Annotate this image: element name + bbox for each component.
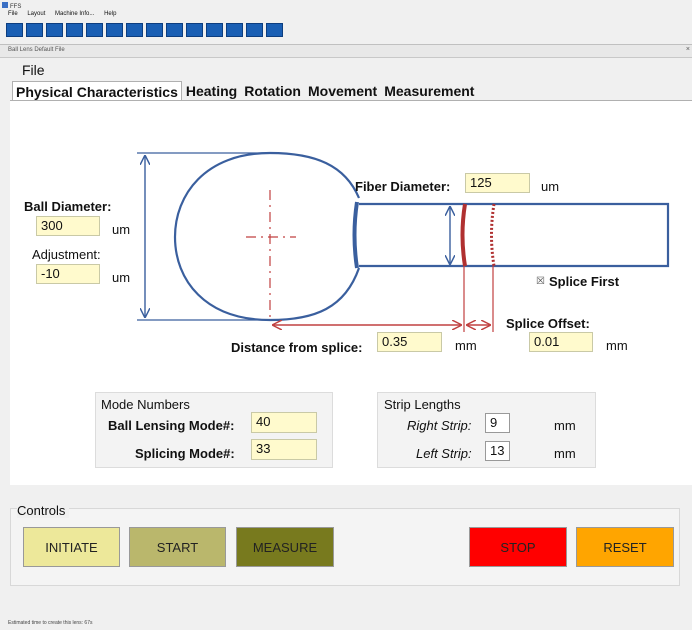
controls-title: Controls <box>17 503 70 518</box>
splicing-mode-label: Splicing Mode#: <box>135 446 235 461</box>
distance-label: Distance from splice: <box>231 340 363 355</box>
measure-button[interactable]: MEASURE <box>236 527 334 567</box>
fiber-diameter-input[interactable]: 125 <box>465 173 530 193</box>
splice-first-checkbox[interactable]: ☒ Splice First <box>536 274 619 289</box>
left-strip-unit: mm <box>554 446 576 461</box>
fiber-diameter-label: Fiber Diameter: <box>355 179 451 194</box>
splice-line <box>460 203 467 267</box>
splice-offset-line <box>490 203 496 267</box>
ball-outline <box>173 151 361 322</box>
adjustment-input[interactable]: -10 <box>36 264 100 284</box>
strip-lengths-title: Strip Lengths <box>384 397 461 412</box>
left-strip-input[interactable]: 13 <box>485 441 510 461</box>
splice-offset-unit: mm <box>606 338 628 353</box>
stop-button[interactable]: STOP <box>469 527 567 567</box>
fiber-diameter-unit: um <box>541 179 560 194</box>
ball-lensing-mode-input[interactable]: 40 <box>251 412 317 433</box>
start-button[interactable]: START <box>129 527 226 567</box>
reset-button[interactable]: RESET <box>576 527 674 567</box>
status-text: Estimated time to create this lens: 67s <box>8 620 93 626</box>
ball-diameter-input[interactable]: 300 <box>36 216 100 236</box>
fiber-outline <box>359 202 670 268</box>
adjustment-label: Adjustment: <box>32 247 101 262</box>
right-strip-label: Right Strip: <box>407 418 472 433</box>
distance-unit: mm <box>455 338 477 353</box>
splice-first-label: Splice First <box>548 274 620 289</box>
ball-lensing-mode-label: Ball Lensing Mode#: <box>108 418 235 433</box>
distance-input[interactable]: 0.35 <box>377 332 442 352</box>
initiate-button[interactable]: INITIATE <box>23 527 120 567</box>
splicing-mode-input[interactable]: 33 <box>251 439 317 460</box>
mode-numbers-title: Mode Numbers <box>101 397 190 412</box>
ball-diameter-unit: um <box>112 222 131 237</box>
adjustment-unit: um <box>112 270 131 285</box>
right-strip-input[interactable]: 9 <box>485 413 510 433</box>
splice-offset-input[interactable]: 0.01 <box>529 332 593 352</box>
right-strip-unit: mm <box>554 418 576 433</box>
checkbox-icon[interactable]: ☒ <box>536 276 545 287</box>
fiber-neck <box>352 201 359 269</box>
splice-offset-label: Splice Offset: <box>506 316 590 331</box>
left-strip-label: Left Strip: <box>416 446 472 461</box>
ball-diameter-label: Ball Diameter: <box>24 199 112 214</box>
